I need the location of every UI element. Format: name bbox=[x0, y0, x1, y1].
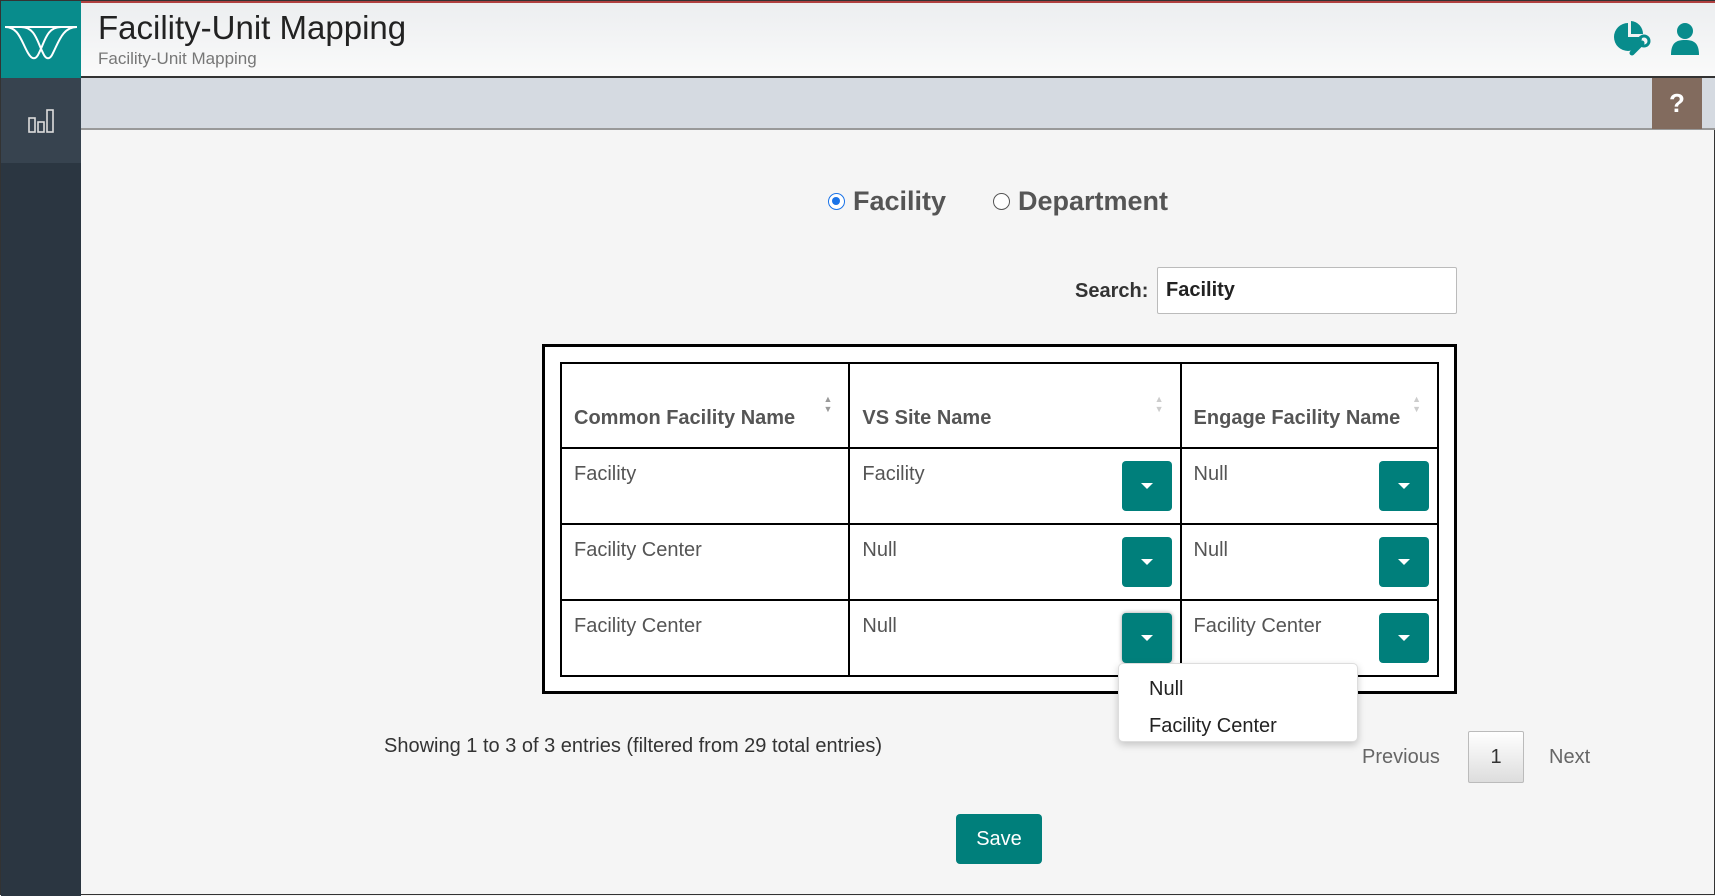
table-row: Facility Center Null Null bbox=[559, 523, 1440, 601]
breadcrumb: Facility-Unit Mapping bbox=[98, 49, 257, 68]
mapping-table: Common Facility Name ▲ ▼ VS Site Name ▲ ▼ En… bbox=[559, 362, 1440, 677]
sidebar bbox=[1, 78, 81, 896]
page-title: Facility-Unit Mapping bbox=[98, 9, 407, 46]
radio-button[interactable] bbox=[993, 193, 1010, 210]
previous-page-button[interactable]: Previous bbox=[1362, 746, 1440, 769]
column-header-common-facility-name[interactable]: Common Facility Name ▲ ▼ bbox=[559, 362, 851, 449]
table-row: Facility Facility Null bbox=[559, 447, 1440, 525]
page-1-button[interactable]: 1 bbox=[1468, 731, 1524, 783]
search-input[interactable] bbox=[1157, 267, 1457, 314]
dropdown-button[interactable] bbox=[1379, 537, 1429, 587]
search-label: Search: bbox=[1075, 280, 1149, 302]
table-header-row: Common Facility Name ▲ ▼ VS Site Name ▲ ▼ En… bbox=[559, 362, 1440, 449]
dropdown-button[interactable] bbox=[1379, 613, 1429, 663]
toolbar bbox=[81, 78, 1715, 130]
cell-common-name: Facility Center bbox=[559, 523, 851, 601]
cell-common-name: Facility Center bbox=[559, 599, 851, 677]
radio-department[interactable]: Department bbox=[993, 186, 1168, 217]
bar-chart-icon bbox=[28, 108, 54, 133]
column-header-vs-site-name[interactable]: VS Site Name ▲ ▼ bbox=[848, 362, 1182, 449]
cell-vs-site: Facility bbox=[848, 447, 1182, 525]
caret-down-icon bbox=[1140, 483, 1153, 489]
radio-label: Facility bbox=[853, 186, 947, 216]
dropdown-button[interactable] bbox=[1379, 461, 1429, 511]
caret-down-icon bbox=[1140, 635, 1153, 641]
cell-engage: Null bbox=[1179, 523, 1440, 601]
sort-icon: ▲ ▼ bbox=[1154, 394, 1164, 414]
sidebar-item-reports[interactable] bbox=[1, 78, 81, 163]
analytics-settings-icon[interactable] bbox=[1612, 21, 1652, 62]
column-header-engage-facility-name[interactable]: Engage Facility Name ▲ ▼ bbox=[1179, 362, 1440, 449]
caret-down-icon bbox=[1140, 559, 1153, 565]
save-button[interactable]: Save bbox=[956, 814, 1042, 864]
cell-common-name: Facility bbox=[559, 447, 851, 525]
sort-icon: ▲ ▼ bbox=[1412, 394, 1421, 414]
radio-button[interactable] bbox=[828, 193, 845, 210]
dropdown-option-facility-center[interactable]: Facility Center bbox=[1119, 708, 1357, 745]
caret-down-icon bbox=[1398, 635, 1410, 641]
table-info: Showing 1 to 3 of 3 entries (filtered fr… bbox=[384, 735, 883, 757]
caret-down-icon bbox=[1398, 559, 1410, 565]
radio-facility[interactable]: Facility bbox=[828, 186, 946, 217]
dropdown-button[interactable] bbox=[1121, 537, 1172, 587]
cell-engage: Null bbox=[1179, 447, 1440, 525]
dropdown-option-null[interactable]: Null bbox=[1119, 671, 1357, 708]
sort-icon: ▲ ▼ bbox=[823, 394, 833, 414]
next-page-button[interactable]: Next bbox=[1549, 746, 1590, 769]
logo[interactable] bbox=[1, 1, 81, 78]
radio-label: Department bbox=[1018, 186, 1169, 216]
dropdown-button-open[interactable] bbox=[1121, 613, 1172, 663]
caret-down-icon bbox=[1398, 483, 1410, 489]
cell-vs-site: Null bbox=[848, 523, 1182, 601]
dropdown-menu: Null Facility Center bbox=[1118, 663, 1358, 742]
help-button[interactable]: ? bbox=[1652, 78, 1702, 129]
dropdown-button[interactable] bbox=[1121, 461, 1172, 511]
user-icon[interactable] bbox=[1670, 21, 1700, 62]
